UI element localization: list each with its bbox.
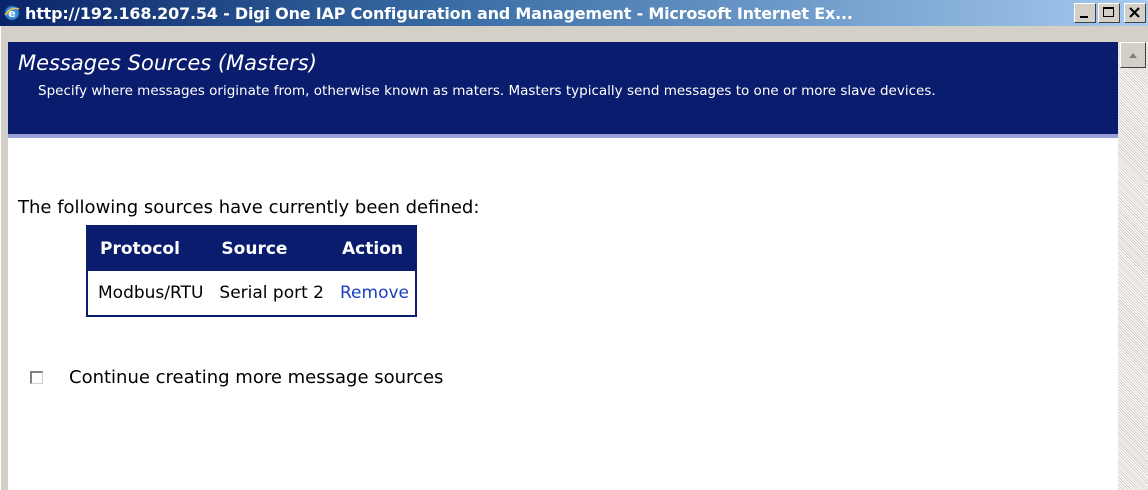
remove-link[interactable]: Remove bbox=[340, 283, 409, 303]
vertical-scrollbar[interactable] bbox=[1118, 42, 1148, 490]
scroll-up-arrow-icon bbox=[1129, 53, 1137, 58]
intro-text: The following sources have currently bee… bbox=[18, 197, 480, 218]
minimize-icon[interactable] bbox=[1074, 3, 1096, 23]
cell-protocol: Modbus/RTU bbox=[87, 271, 210, 316]
sources-table: Protocol Source Action Modbus/RTU Serial… bbox=[86, 225, 417, 317]
window-titlebar[interactable]: e http://192.168.207.54 - Digi One IAP C… bbox=[0, 0, 1148, 26]
continue-checkbox-label[interactable]: Continue creating more message sources bbox=[69, 367, 443, 388]
column-header-protocol: Protocol bbox=[87, 226, 210, 271]
close-icon[interactable] bbox=[1124, 3, 1146, 23]
maximize-icon[interactable] bbox=[1098, 3, 1120, 23]
column-header-source: Source bbox=[209, 226, 330, 271]
window-controls bbox=[1074, 3, 1146, 23]
page-content: Messages Sources (Masters) Specify where… bbox=[8, 42, 1118, 490]
continue-checkbox[interactable] bbox=[30, 371, 43, 384]
cell-action: Remove bbox=[330, 271, 416, 316]
table-row: Modbus/RTU Serial port 2 Remove bbox=[87, 271, 416, 316]
page-description: Specify where messages originate from, o… bbox=[38, 83, 936, 99]
page-header: Messages Sources (Masters) Specify where… bbox=[8, 42, 1118, 138]
column-header-action: Action bbox=[330, 226, 416, 271]
cell-source: Serial port 2 bbox=[209, 271, 330, 316]
ie-icon: e bbox=[4, 5, 20, 21]
continue-option: Continue creating more message sources bbox=[30, 367, 443, 388]
frame-top bbox=[0, 26, 1148, 42]
window-title: http://192.168.207.54 - Digi One IAP Con… bbox=[25, 3, 853, 23]
table-header-row: Protocol Source Action bbox=[87, 226, 416, 271]
page-title: Messages Sources (Masters) bbox=[18, 51, 317, 75]
scroll-up-button[interactable] bbox=[1120, 42, 1146, 68]
frame-left bbox=[0, 26, 8, 490]
